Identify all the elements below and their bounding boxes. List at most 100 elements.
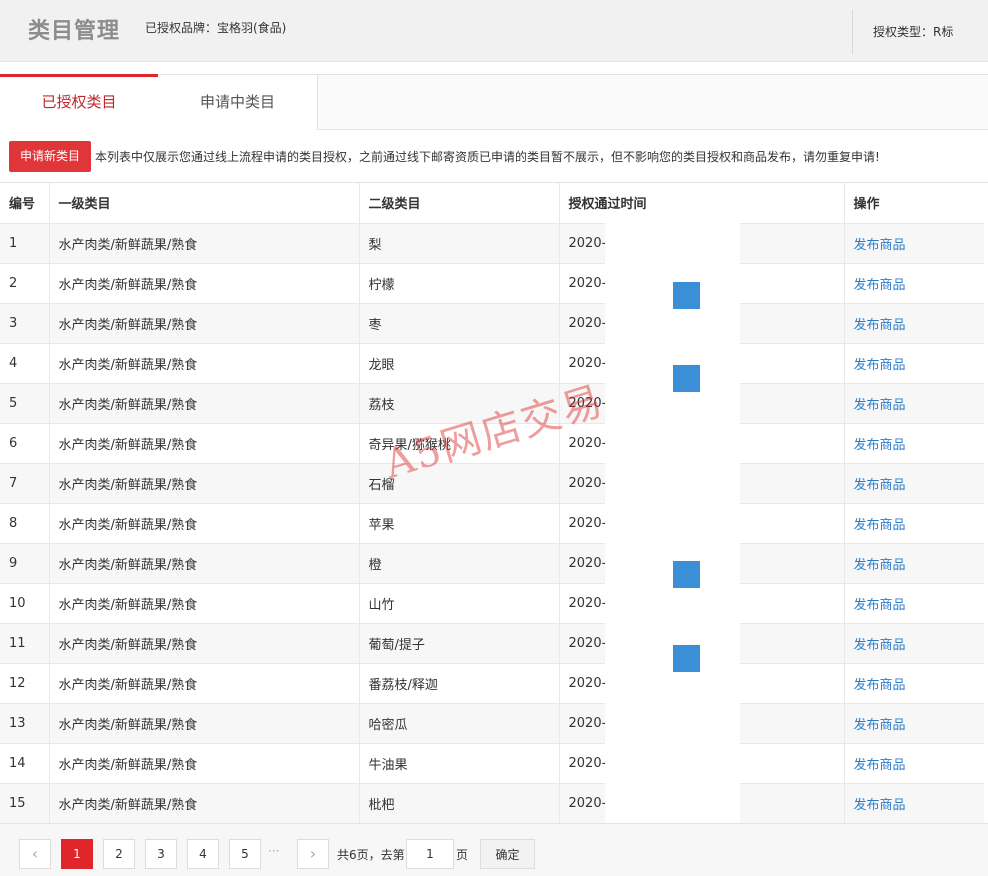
apply-new-category-button[interactable]: 申请新类目 (9, 141, 91, 172)
cell-level1: 水产肉类/新鲜蔬果/熟食 (49, 303, 360, 344)
cell-level2: 葡萄/提子 (359, 623, 560, 664)
page-button-4[interactable]: 4 (187, 839, 219, 869)
notice-bar: 申请新类目 本列表中仅展示您通过线上流程申请的类目授权，之前通过线下邮寄资质已申… (0, 131, 988, 183)
cell-action: 发布商品 (844, 263, 984, 304)
cell-action: 发布商品 (844, 423, 984, 464)
cell-level2: 哈密瓜 (359, 703, 560, 744)
col-header-auth-time: 授权通过时间 (559, 183, 845, 224)
authorized-brand: 已授权品牌：宝格羽(食品) (145, 21, 287, 35)
redaction-square (673, 365, 700, 392)
publish-product-link[interactable]: 发布商品 (854, 358, 906, 373)
authorization-type: 授权类型：R标 (852, 10, 953, 54)
pagination: ‹ 1 2 3 4 5 ··· › 共6页，去第 页 确定 (0, 823, 988, 876)
page-button-5[interactable]: 5 (229, 839, 261, 869)
table-row: 12 水产肉类/新鲜蔬果/熟食 番荔枝/释迦 2020- 发布商品 (0, 663, 984, 704)
cell-id: 10 (0, 583, 50, 624)
publish-product-link[interactable]: 发布商品 (854, 318, 906, 333)
table-row: 11 水产肉类/新鲜蔬果/熟食 葡萄/提子 2020- 发布商品 (0, 623, 984, 664)
cell-id: 12 (0, 663, 50, 704)
cell-level2: 番荔枝/释迦 (359, 663, 560, 704)
publish-product-link[interactable]: 发布商品 (854, 678, 906, 693)
goto-confirm-button[interactable]: 确定 (480, 839, 535, 869)
cell-id: 5 (0, 383, 50, 424)
col-header-action: 操作 (844, 183, 984, 224)
publish-product-link[interactable]: 发布商品 (854, 478, 906, 493)
cell-level1: 水产肉类/新鲜蔬果/熟食 (49, 383, 360, 424)
cell-level2: 橙 (359, 543, 560, 584)
tab-pending-categories[interactable]: 申请中类目 (158, 75, 318, 130)
table-row: 2 水产肉类/新鲜蔬果/熟食 柠檬 2020- 发布商品 (0, 263, 984, 304)
publish-product-link[interactable]: 发布商品 (854, 638, 906, 653)
publish-product-link[interactable]: 发布商品 (854, 398, 906, 413)
cell-id: 6 (0, 423, 50, 464)
cell-level1: 水产肉类/新鲜蔬果/熟食 (49, 783, 360, 824)
goto-page-input[interactable] (406, 839, 454, 869)
table-row: 4 水产肉类/新鲜蔬果/熟食 龙眼 2020- 发布商品 (0, 343, 984, 384)
cell-level1: 水产肉类/新鲜蔬果/熟食 (49, 663, 360, 704)
table-row: 7 水产肉类/新鲜蔬果/熟食 石榴 2020- 发布商品 (0, 463, 984, 504)
next-page-button[interactable]: › (297, 839, 329, 869)
publish-product-link[interactable]: 发布商品 (854, 518, 906, 533)
cell-level1: 水产肉类/新鲜蔬果/熟食 (49, 343, 360, 384)
table-row: 9 水产肉类/新鲜蔬果/熟食橙 2020- 发布商品 (0, 543, 984, 584)
page-unit-label: 页 (456, 848, 469, 862)
cell-action: 发布商品 (844, 783, 984, 824)
page-button-1[interactable]: 1 (61, 839, 93, 869)
cell-level1: 水产肉类/新鲜蔬果/熟食 (49, 583, 360, 624)
cell-level2: 枣 (359, 303, 560, 344)
category-tabs: 已授权类目 申请中类目 (0, 74, 988, 130)
cell-id: 2 (0, 263, 50, 304)
cell-action: 发布商品 (844, 743, 984, 784)
tab-authorized-categories[interactable]: 已授权类目 (0, 74, 158, 130)
cell-action: 发布商品 (844, 583, 984, 624)
cell-id: 3 (0, 303, 50, 344)
publish-product-link[interactable]: 发布商品 (854, 238, 906, 253)
total-pages-text: 共6页，去第 (337, 848, 405, 862)
cell-level1: 水产肉类/新鲜蔬果/熟食 (49, 623, 360, 664)
cell-action: 发布商品 (844, 303, 984, 344)
cell-action: 发布商品 (844, 503, 984, 544)
table-row: 13 水产肉类/新鲜蔬果/熟食 哈密瓜 2020- 发布商品 (0, 703, 984, 744)
page-button-3[interactable]: 3 (145, 839, 177, 869)
cell-level2: 柠檬 (359, 263, 560, 304)
cell-level1: 水产肉类/新鲜蔬果/熟食 (49, 263, 360, 304)
cell-level1: 水产肉类/新鲜蔬果/熟食 (49, 423, 360, 464)
table-body: 1 水产肉类/新鲜蔬果/熟食梨 2020- 发布商品 2 水产肉类/新鲜蔬果/熟食 柠檬 20… (0, 223, 984, 824)
publish-product-link[interactable]: 发布商品 (854, 438, 906, 453)
cell-level2: 枇杷 (359, 783, 560, 824)
publish-product-link[interactable]: 发布商品 (854, 598, 906, 613)
page-button-2[interactable]: 2 (103, 839, 135, 869)
publish-product-link[interactable]: 发布商品 (854, 798, 906, 813)
cell-id: 15 (0, 783, 50, 824)
table-row: 15 水产肉类/新鲜蔬果/熟食 枇杷 2020-1. 发布商品 (0, 783, 984, 824)
notice-text: 本列表中仅展示您通过线上流程申请的类目授权，之前通过线下邮寄资质已申请的类目暂不… (95, 150, 880, 164)
category-table: 编号 一级类目 二级类目 授权通过时间 操作 1 水产肉类/新鲜蔬果/熟食梨 202… (0, 183, 984, 824)
cell-action: 发布商品 (844, 703, 984, 744)
col-header-id: 编号 (0, 183, 50, 224)
page-title: 类目管理 (28, 19, 121, 44)
cell-level1: 水产肉类/新鲜蔬果/熟食 (49, 463, 360, 504)
cell-level2: 梨 (359, 223, 560, 264)
cell-id: 7 (0, 463, 50, 504)
publish-product-link[interactable]: 发布商品 (854, 718, 906, 733)
cell-action: 发布商品 (844, 383, 984, 424)
cell-action: 发布商品 (844, 343, 984, 384)
cell-action: 发布商品 (844, 223, 984, 264)
cell-level2: 牛油果 (359, 743, 560, 784)
table-row: 8 水产肉类/新鲜蔬果/熟食 苹果 2020- 发布商品 (0, 503, 984, 544)
table-row: 1 水产肉类/新鲜蔬果/熟食梨 2020- 发布商品 (0, 223, 984, 264)
redaction-square (673, 561, 700, 588)
cell-id: 9 (0, 543, 50, 584)
cell-level2: 山竹 (359, 583, 560, 624)
table-row: 3 水产肉类/新鲜蔬果/熟食枣 2020- 发布商品 (0, 303, 984, 344)
table-header-row: 编号 一级类目 二级类目 授权通过时间 操作 (0, 183, 984, 224)
cell-id: 14 (0, 743, 50, 784)
prev-page-button[interactable]: ‹ (19, 839, 51, 869)
col-header-level2: 二级类目 (359, 183, 560, 224)
publish-product-link[interactable]: 发布商品 (854, 558, 906, 573)
cell-id: 13 (0, 703, 50, 744)
publish-product-link[interactable]: 发布商品 (854, 758, 906, 773)
cell-level1: 水产肉类/新鲜蔬果/熟食 (49, 503, 360, 544)
cell-action: 发布商品 (844, 663, 984, 704)
publish-product-link[interactable]: 发布商品 (854, 278, 906, 293)
